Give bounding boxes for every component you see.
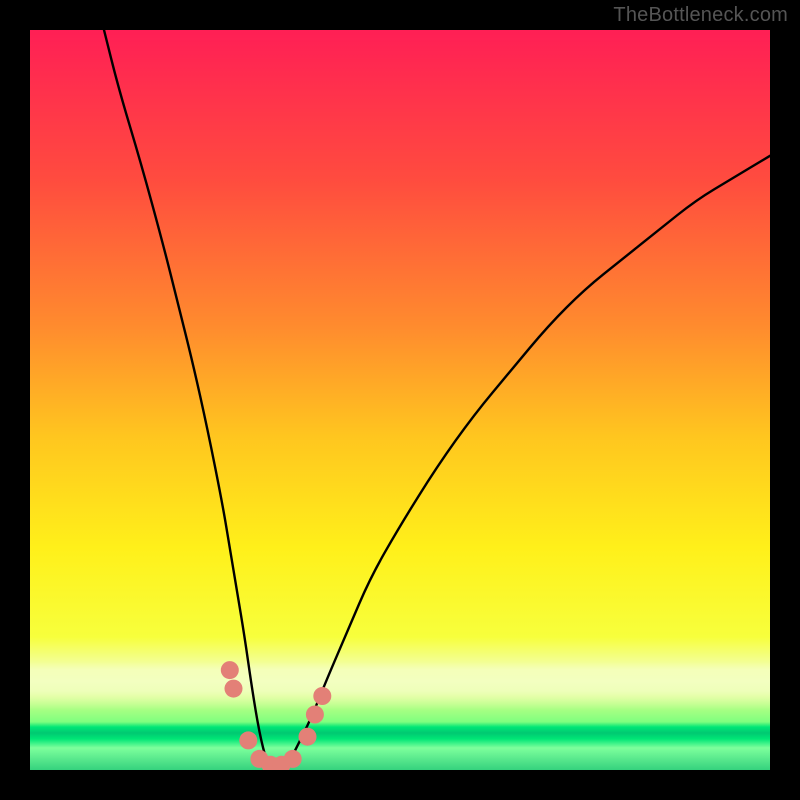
- marker-dot: [313, 687, 331, 705]
- marker-dot: [225, 680, 243, 698]
- chart-frame: TheBottleneck.com: [0, 0, 800, 800]
- chart-canvas: [30, 30, 770, 770]
- marker-dot: [306, 706, 324, 724]
- plot-area: [30, 30, 770, 770]
- marker-dot: [284, 750, 302, 768]
- marker-dot: [221, 661, 239, 679]
- watermark: TheBottleneck.com: [613, 4, 788, 27]
- marker-dot: [239, 731, 257, 749]
- salmon-dots-group: [221, 661, 331, 770]
- v-curve-line: [104, 30, 770, 770]
- marker-dot: [299, 728, 317, 746]
